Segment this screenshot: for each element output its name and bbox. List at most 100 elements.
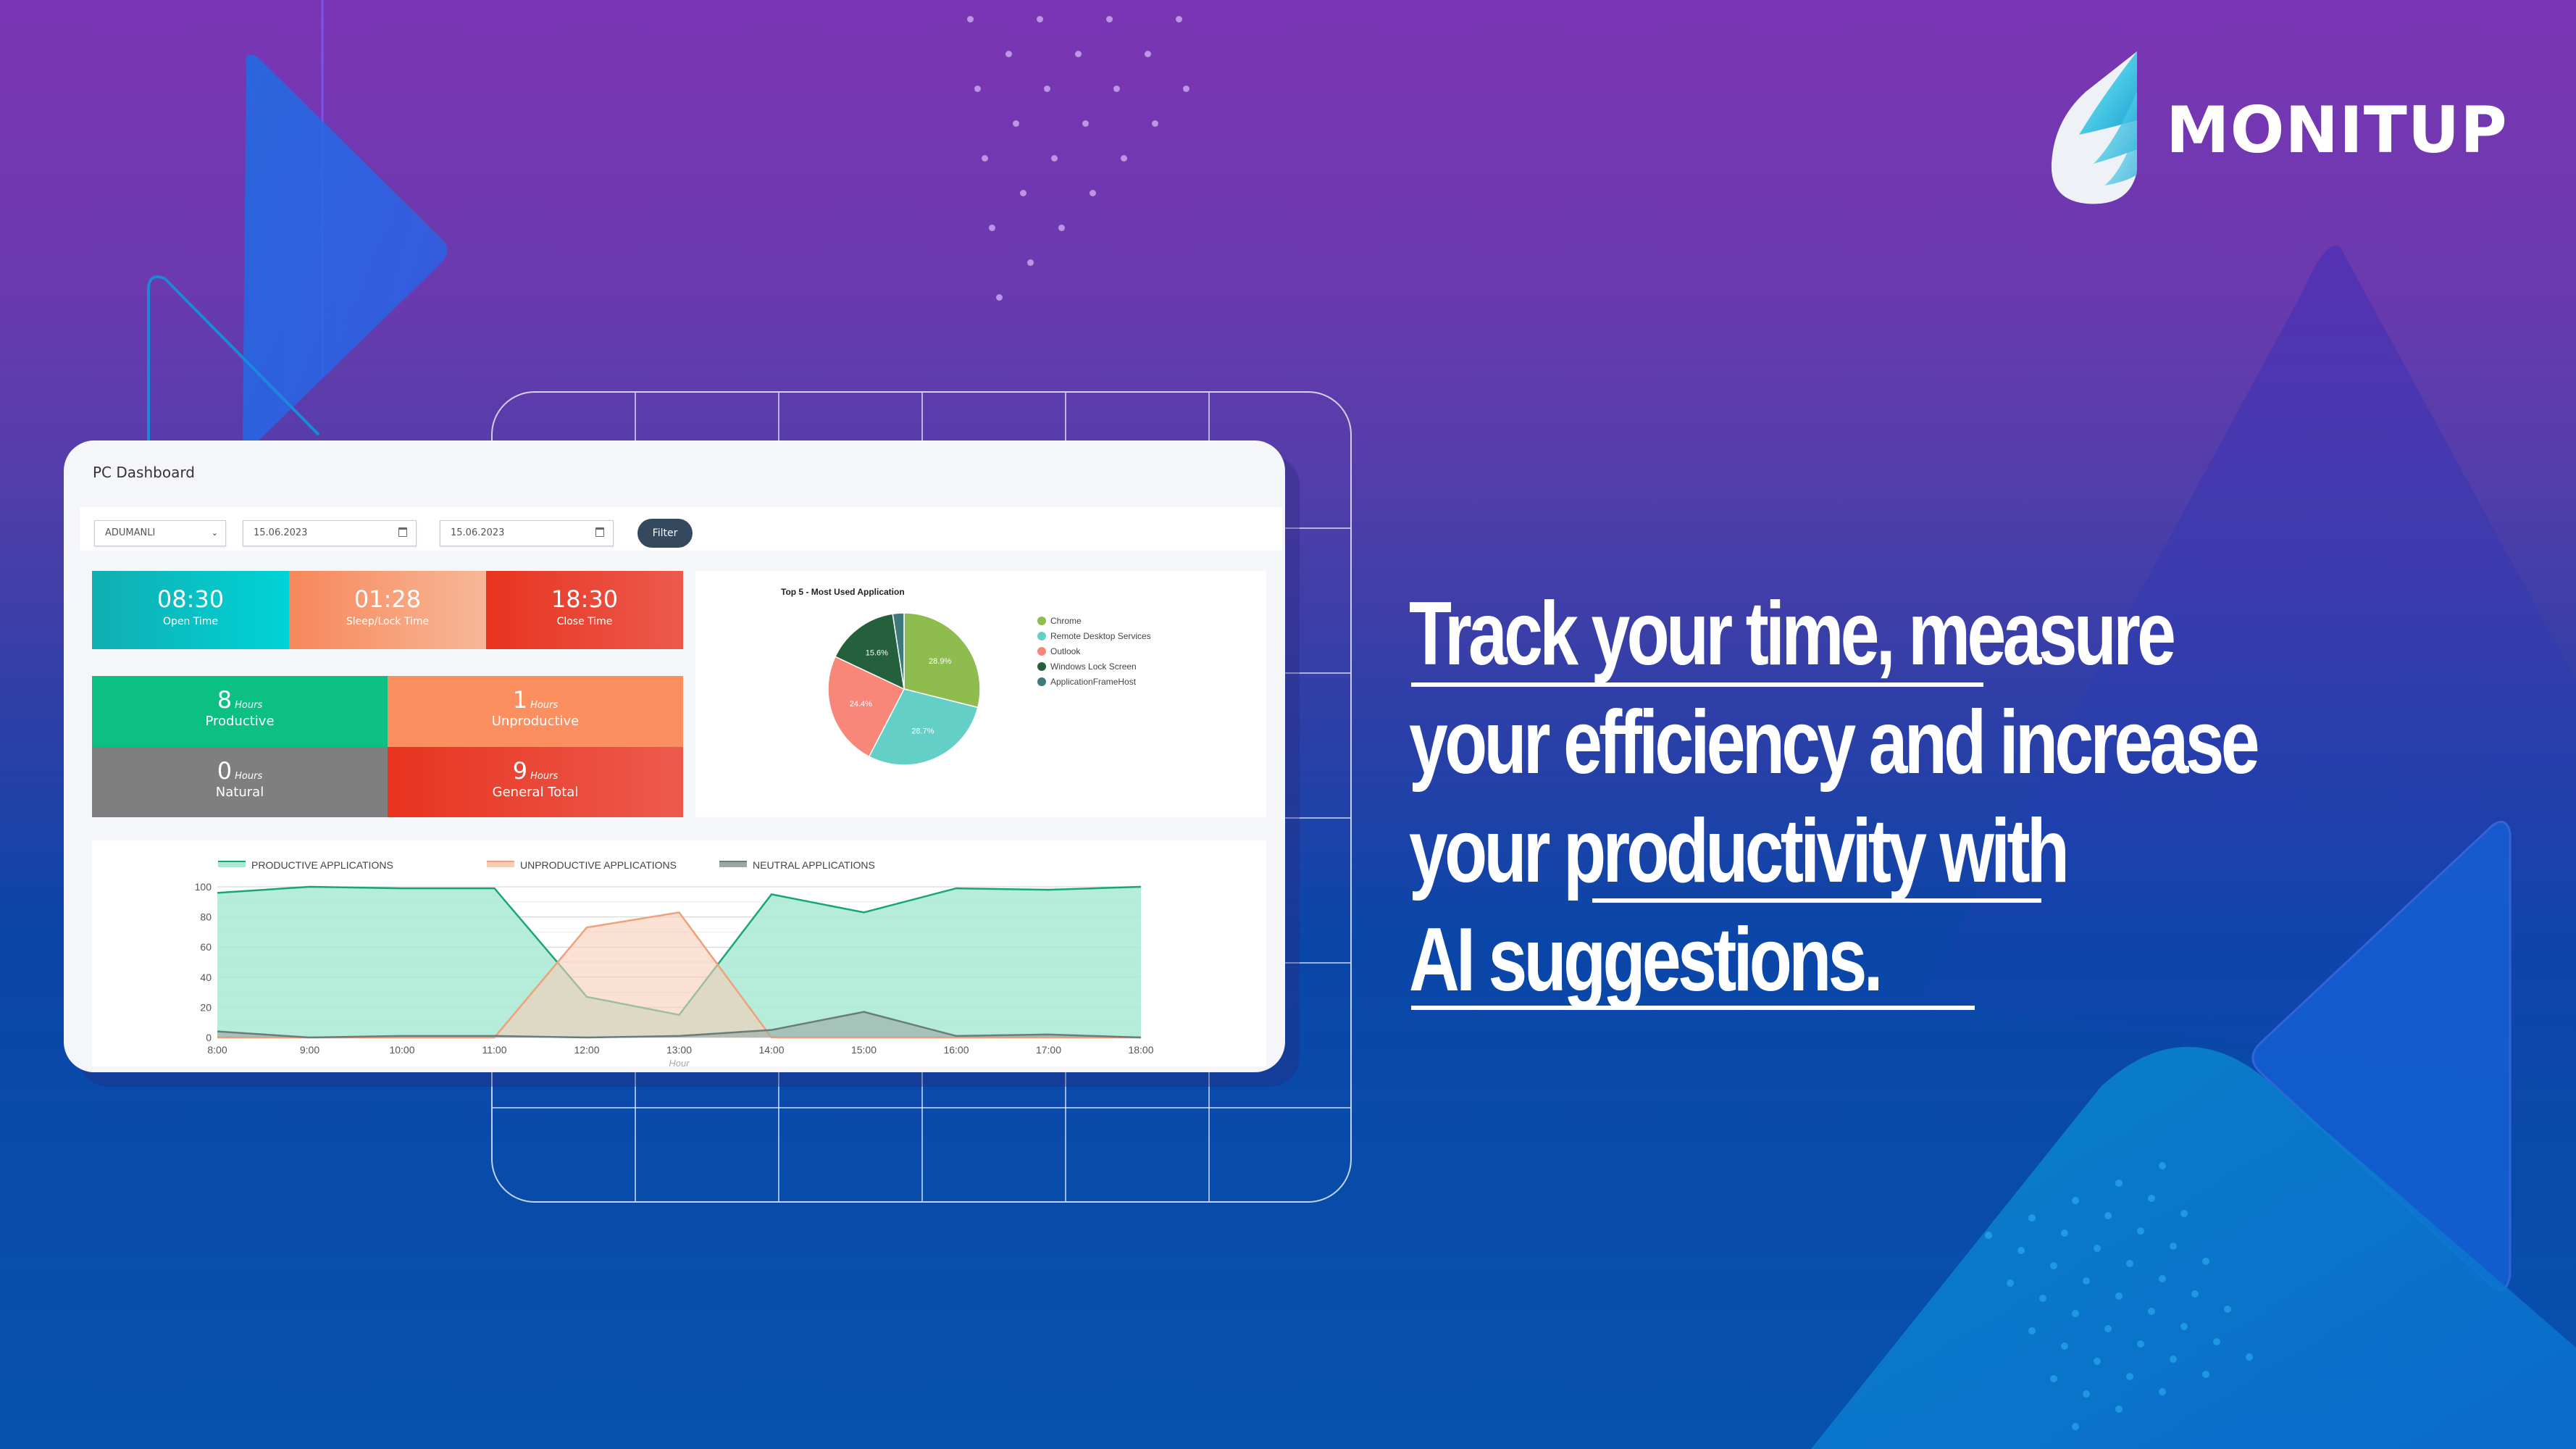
kpi-value: 18:30: [551, 585, 619, 613]
hours-summary: 8 Hours Productive 1 Hours Unproductive 0H…: [92, 676, 683, 817]
pie-data-label: 24.4%: [850, 700, 872, 709]
hours-label: Natural: [215, 784, 264, 800]
legend-swatch: [1037, 647, 1046, 656]
y-tick-label: 60: [200, 941, 212, 953]
decor-dot: [2083, 1390, 2090, 1398]
hours-general-total: 9 Hours General Total: [388, 746, 683, 817]
decor-dot: [2202, 1258, 2209, 1265]
decor-dot: [2137, 1340, 2144, 1348]
y-tick-label: 100: [195, 881, 212, 893]
decor-dot: [2159, 1388, 2166, 1395]
end-date-value: 15.06.2023: [451, 527, 505, 538]
hours-unit: Hours: [235, 700, 263, 711]
calendar-icon[interactable]: [398, 527, 407, 537]
wing-icon: [2051, 51, 2137, 204]
decor-dot: [2170, 1356, 2177, 1363]
decor-dot: [2028, 1214, 2036, 1222]
y-tick-label: 40: [200, 972, 212, 983]
pie-data-label: 15.6%: [866, 649, 888, 658]
x-tick-label: 18:00: [1128, 1044, 1153, 1056]
decor-dot: [2083, 1277, 2090, 1285]
end-date-input[interactable]: 15.06.2023: [440, 520, 614, 546]
decor-dot: [2115, 1179, 2123, 1187]
hours-unproductive: 1 Hours Unproductive: [388, 676, 683, 747]
decor-dot: [2072, 1310, 2079, 1317]
decor-dot: [1082, 120, 1089, 127]
decor-dot: [2094, 1358, 2101, 1365]
decor-dot: [1044, 85, 1050, 92]
hours-natural: 0 Hours Natural: [92, 746, 388, 817]
hours-productive: 8 Hours Productive: [92, 676, 388, 747]
hours-unit: Hours: [235, 770, 263, 782]
legend-swatch: [1037, 632, 1046, 640]
decor-dot: [2170, 1243, 2177, 1250]
area-chart: 0 20 40 60 80 100 8:00 9:00 10:00 11:00 12:00 13:00…: [195, 881, 1154, 1066]
decor-dot: [2104, 1325, 2112, 1332]
x-tick-label: 16:00: [943, 1044, 969, 1056]
decor-dot: [2180, 1210, 2188, 1217]
decor-dot: [1121, 155, 1127, 162]
decor-dot: [2126, 1260, 2133, 1267]
decor-dot: [2202, 1371, 2209, 1378]
headline-line-3: your productivity with: [1409, 801, 2070, 901]
legend-label: Windows Lock Screen: [1050, 661, 1137, 672]
decor-dot: [2126, 1373, 2133, 1380]
headline-line-2: your efficiency and increase: [1409, 693, 2260, 793]
hours-value: 1: [512, 686, 528, 714]
decor-dot: [1037, 16, 1043, 22]
decor-dot: [2072, 1423, 2079, 1430]
legend-item[interactable]: Outlook: [1037, 646, 1080, 656]
legend-item[interactable]: Remote Desktop Services: [1037, 631, 1151, 641]
decor-dot: [2072, 1197, 2079, 1204]
legend-item[interactable]: Windows Lock Screen: [1037, 661, 1137, 672]
legend-item[interactable]: Chrome: [1037, 616, 1082, 626]
decor-dot: [2213, 1338, 2220, 1345]
start-date-input[interactable]: 15.06.2023: [243, 520, 417, 546]
user-select[interactable]: ADUMANLI ⌄: [94, 520, 226, 546]
decor-dot: [2050, 1375, 2057, 1382]
decor-dot: [2191, 1290, 2199, 1298]
calendar-icon[interactable]: [595, 527, 604, 537]
decor-dot: [1075, 51, 1082, 57]
decor-dot: [2224, 1306, 2231, 1313]
hours-value: 9: [512, 756, 528, 785]
legend-label: Remote Desktop Services: [1050, 631, 1151, 641]
y-tick-label: 80: [200, 911, 212, 923]
decor-dot: [2115, 1293, 2123, 1300]
page-title: PC Dashboard: [93, 464, 195, 481]
decor-dot: [982, 155, 988, 162]
x-tick-label: 12:00: [574, 1044, 599, 1056]
legend-item[interactable]: ApplicationFrameHost: [1037, 677, 1136, 687]
decor-dot: [1152, 120, 1158, 127]
decor-dot: [1013, 120, 1019, 127]
decor-dot: [2159, 1162, 2166, 1169]
x-tick-label: 8:00: [207, 1044, 227, 1056]
x-tick-label: 13:00: [666, 1044, 692, 1056]
decor-dot: [1145, 51, 1151, 57]
filter-button[interactable]: Filter: [637, 519, 693, 548]
decor-dot: [1005, 51, 1012, 57]
decor-dot: [1090, 190, 1096, 196]
kpi-value: 08:30: [156, 585, 225, 613]
decor-dot: [2159, 1275, 2166, 1282]
pie-chart: 28.9% 28.7% 24.4% 15.6%: [827, 612, 981, 766]
legend-label: ApplicationFrameHost: [1050, 677, 1137, 687]
legend-swatch: [1037, 662, 1046, 671]
decor-dot: [1051, 155, 1058, 162]
brand-name: MONITUP: [2166, 93, 2508, 167]
decor-dot: [2050, 1262, 2057, 1269]
activity-area-chart-card: PRODUCTIVE APPLICATIONS UNPRODUCTIVE APP…: [92, 840, 1266, 1066]
kpi-label: Open Time: [162, 616, 219, 627]
kpi-label: Sleep/Lock Time: [346, 616, 430, 627]
legend-label: Chrome: [1050, 616, 1082, 626]
headline-line-1: Track your time, measure: [1409, 584, 2176, 684]
kpi-close-time: 18:30 Close Time: [486, 571, 683, 649]
x-tick-label: 9:00: [300, 1044, 319, 1056]
x-tick-label: 10:00: [389, 1044, 414, 1056]
hours-label: Unproductive: [491, 714, 580, 729]
kpi-value: 01:28: [354, 585, 422, 613]
kpi-open-time: 08:30 Open Time: [92, 571, 289, 649]
hours-unit: Hours: [530, 700, 559, 711]
headline-line-4: AI suggestions.: [1409, 910, 1883, 1010]
decor-dot: [2028, 1327, 2036, 1335]
